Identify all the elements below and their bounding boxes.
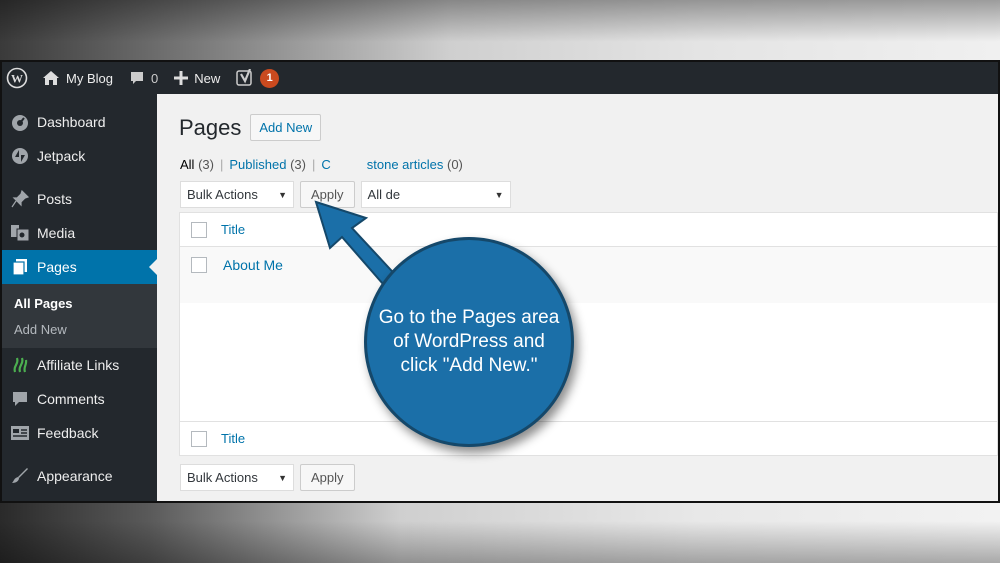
- blurred-background-bottom: [0, 503, 1000, 563]
- column-title-footer[interactable]: Title: [221, 431, 245, 446]
- new-content-link[interactable]: New: [166, 62, 228, 94]
- notification-badge: 1: [260, 68, 280, 88]
- sidebar-item-label: Pages: [37, 259, 77, 275]
- page-title: Pages: [179, 114, 242, 140]
- dashboard-icon: [10, 112, 30, 132]
- bulk-actions-select-bottom[interactable]: Bulk Actions ▼: [180, 464, 294, 491]
- comment-bubble-icon: [129, 70, 145, 86]
- select-all-checkbox-footer[interactable]: [191, 430, 207, 447]
- submenu-all-pages[interactable]: All Pages: [2, 290, 157, 316]
- site-name: My Blog: [66, 70, 113, 86]
- sidebar-item-media[interactable]: Media: [2, 216, 157, 250]
- sidebar-item-comments[interactable]: Comments: [2, 382, 157, 416]
- sidebar-item-posts[interactable]: Posts: [2, 182, 157, 216]
- yoast-icon: [236, 69, 254, 87]
- wordpress-logo-icon[interactable]: W: [2, 62, 34, 94]
- new-label: New: [194, 70, 221, 86]
- site-name-link[interactable]: My Blog: [34, 62, 121, 94]
- add-new-button[interactable]: Add New: [250, 114, 322, 141]
- affiliate-icon: [10, 355, 30, 375]
- row-title-link[interactable]: About Me: [223, 257, 283, 273]
- bulk-actions-select[interactable]: Bulk Actions ▼: [180, 181, 294, 208]
- pages-submenu: All Pages Add New: [2, 284, 157, 348]
- sidebar-item-label: Media: [37, 225, 76, 241]
- svg-text:W: W: [11, 72, 23, 86]
- sidebar-item-label: Feedback: [37, 425, 99, 441]
- status-filters: All (3) | Published (3) | Cstone article…: [180, 157, 463, 172]
- sidebar-item-dashboard[interactable]: Dashboard: [2, 105, 157, 139]
- filter-published[interactable]: Published (3): [229, 157, 306, 172]
- home-icon: [42, 70, 60, 86]
- submenu-add-new[interactable]: Add New: [2, 316, 157, 342]
- pin-icon: [10, 189, 30, 209]
- sidebar-item-label: Jetpack: [37, 148, 86, 164]
- jetpack-icon: [10, 146, 30, 166]
- comments-count: 0: [150, 70, 159, 86]
- table-footer: Title: [180, 421, 997, 455]
- yoast-seo-menu[interactable]: 1: [228, 62, 287, 94]
- pages-icon: [10, 257, 30, 277]
- column-title[interactable]: Title: [221, 222, 245, 237]
- sidebar-item-label: Appearance: [37, 468, 113, 484]
- sidebar-item-feedback[interactable]: Feedback: [2, 416, 157, 450]
- admin-sidebar: Dashboard Jetpack Posts Media Pages All …: [2, 94, 157, 501]
- sidebar-item-label: Affiliate Links: [37, 357, 120, 373]
- wordpress-screen: W My Blog 0 New 1 Dashboard Jetpack Post…: [0, 60, 1000, 503]
- feedback-icon: [10, 423, 30, 443]
- bulk-actions-label: Bulk Actions: [187, 470, 258, 485]
- sidebar-item-label: Posts: [37, 191, 73, 207]
- media-icon: [10, 223, 30, 243]
- chevron-down-icon: ▼: [278, 472, 287, 483]
- sidebar-item-appearance[interactable]: Appearance: [2, 459, 157, 493]
- apply-button-bottom[interactable]: Apply: [300, 464, 355, 491]
- filter-cornerstone[interactable]: Cstone articles (0): [321, 157, 463, 172]
- chevron-down-icon: ▼: [494, 189, 504, 200]
- blurred-background-top: [0, 0, 1000, 60]
- sidebar-item-label: Comments: [37, 391, 105, 407]
- filter-all[interactable]: All (3): [180, 157, 214, 172]
- tutorial-callout: Go to the Pages area of WordPress and cl…: [364, 237, 574, 447]
- callout-text: Go to the Pages area of WordPress and cl…: [378, 307, 560, 376]
- bulk-actions-bottom: Bulk Actions ▼ Apply: [180, 464, 355, 491]
- table-empty-area: [180, 303, 997, 421]
- row-checkbox[interactable]: [191, 257, 207, 273]
- brush-icon: [10, 466, 30, 486]
- admin-bar: W My Blog 0 New 1: [2, 62, 998, 94]
- plus-icon: [174, 71, 189, 85]
- sidebar-item-affiliate-links[interactable]: Affiliate Links: [2, 348, 157, 382]
- sidebar-item-pages[interactable]: Pages: [2, 250, 157, 284]
- comments-link[interactable]: 0: [121, 62, 166, 94]
- select-all-checkbox[interactable]: [191, 221, 207, 238]
- main-content: Pages Add New All (3) | Published (3) | …: [157, 94, 998, 501]
- bulk-actions-label: Bulk Actions: [187, 187, 258, 202]
- sidebar-item-label: Dashboard: [37, 114, 106, 130]
- chevron-down-icon: ▼: [278, 189, 287, 200]
- comment-icon: [10, 389, 30, 409]
- sidebar-item-jetpack[interactable]: Jetpack: [2, 139, 157, 173]
